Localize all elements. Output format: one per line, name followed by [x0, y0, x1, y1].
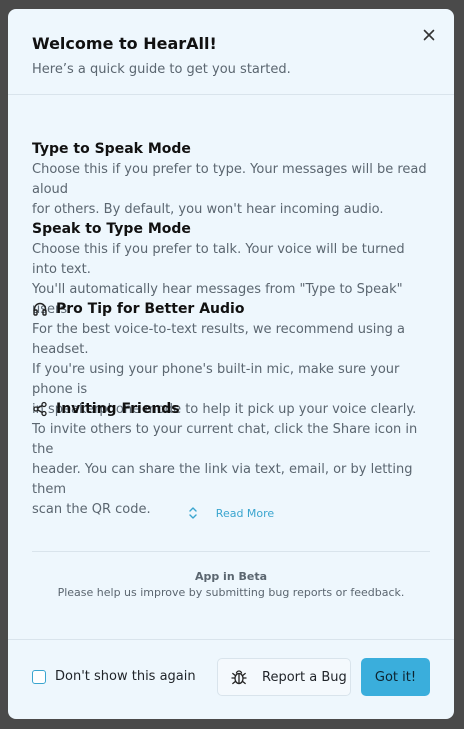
beta-notice: App in Beta Please help us improve by su… [8, 570, 454, 600]
report-bug-button[interactable]: Report a Bug [217, 658, 351, 696]
section-inviting-friends: Inviting Friends To invite others to you… [32, 400, 432, 520]
section-title: Speak to Type Mode [32, 221, 191, 237]
read-more-label: Read More [215, 506, 275, 520]
section-title-row: Pro Tip for Better Audio [32, 300, 432, 318]
dont-show-again-label: Don't show this again [55, 669, 196, 684]
section-title: Type to Speak Mode [32, 141, 191, 157]
beta-title: App in Beta [194, 570, 268, 583]
welcome-dialog: Welcome to HearAll! Here’s a quick guide… [8, 9, 454, 719]
chevron-up-down-icon [189, 507, 197, 519]
section-type-to-speak: Type to Speak Mode Choose this if you pr… [32, 140, 432, 220]
dialog-header: Welcome to HearAll! Here’s a quick guide… [8, 9, 454, 95]
dont-show-again-checkbox[interactable] [32, 669, 46, 684]
dialog-title: Welcome to HearAll! [32, 34, 217, 53]
section-line: header. You can share the link via text,… [32, 462, 413, 497]
section-title-row: Inviting Friends [32, 400, 432, 418]
section-title: Pro Tip for Better Audio [56, 301, 245, 317]
dont-show-again-toggle[interactable]: Don't show this again [32, 669, 196, 684]
section-line: Choose this if you prefer to talk. Your … [32, 242, 405, 277]
headphones-icon [33, 302, 47, 316]
close-icon [423, 29, 435, 41]
report-bug-label: Report a Bug [262, 669, 347, 685]
section-body: To invite others to your current chat, c… [32, 420, 432, 520]
section-line: For the best voice-to-text results, we r… [32, 322, 405, 357]
beta-body: Please help us improve by submitting bug… [57, 586, 405, 599]
dialog-subtitle: Here’s a quick guide to get you started. [32, 62, 291, 77]
section-line: If you're using your phone's built-in mi… [32, 362, 400, 397]
section-line: for others. By default, you won't hear i… [32, 202, 384, 217]
dialog-footer: Don't show this again Report a Bug Got i… [8, 639, 454, 719]
section-line: To invite others to your current chat, c… [32, 422, 418, 457]
divider [32, 551, 430, 552]
close-button[interactable] [420, 26, 438, 44]
section-title: Inviting Friends [56, 401, 180, 417]
share-icon [33, 401, 47, 417]
read-more-link[interactable]: Read More [8, 506, 454, 520]
got-it-button[interactable]: Got it! [361, 658, 430, 696]
bug-icon [231, 670, 247, 685]
section-body: Choose this if you prefer to type. Your … [32, 160, 432, 220]
section-line: Choose this if you prefer to type. Your … [32, 162, 427, 197]
